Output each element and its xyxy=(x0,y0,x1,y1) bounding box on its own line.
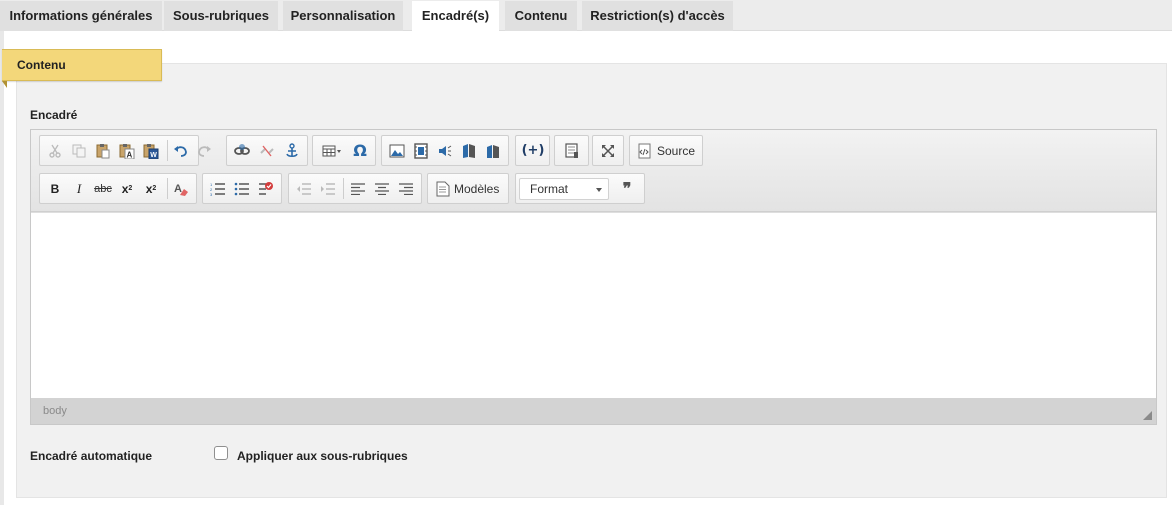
apply-subsections-checkbox[interactable] xyxy=(214,446,228,460)
iframe-group xyxy=(554,135,589,166)
subscript-icon[interactable]: x2 xyxy=(115,174,139,203)
redo-icon[interactable] xyxy=(192,136,216,165)
editor-content-area[interactable] xyxy=(31,213,1156,398)
tab-personnalisation[interactable]: Personnalisation xyxy=(283,1,403,31)
format-group: Format ❞ xyxy=(515,173,645,204)
format-dropdown[interactable]: Format xyxy=(519,178,609,200)
image-icon[interactable] xyxy=(385,136,409,165)
document-book-icon[interactable] xyxy=(481,136,505,165)
paste-icon[interactable] xyxy=(91,136,115,165)
source-label: Source xyxy=(657,143,696,158)
encadre-automatique-label: Encadré automatique xyxy=(30,449,153,463)
indent-icon[interactable] xyxy=(316,174,340,203)
tab-sous-rubriques[interactable]: Sous-rubriques xyxy=(164,1,278,31)
source-group: Source xyxy=(629,135,703,166)
clipboard-group: A W xyxy=(39,135,211,166)
maximize-icon[interactable] xyxy=(596,136,620,165)
special-char-icon[interactable]: Ω xyxy=(348,136,372,165)
basic-styles-group: B I abc x2 x2 A xyxy=(39,173,197,204)
source-icon xyxy=(638,143,651,158)
superscript-icon[interactable]: x2 xyxy=(139,174,163,203)
svg-text:A: A xyxy=(174,183,182,195)
copy-icon[interactable] xyxy=(67,136,91,165)
remove-format-icon[interactable]: A xyxy=(169,174,193,203)
flash-book-icon[interactable] xyxy=(457,136,481,165)
paste-from-word-icon[interactable]: W xyxy=(139,136,163,165)
cut-icon[interactable] xyxy=(43,136,67,165)
svg-text:A: A xyxy=(127,150,133,159)
unlink-icon[interactable] xyxy=(255,136,279,165)
list-group: 123 xyxy=(202,173,282,204)
resize-handle-icon[interactable] xyxy=(1143,411,1152,420)
bulleted-list-icon[interactable] xyxy=(230,174,254,203)
align-left-icon[interactable] xyxy=(346,174,370,203)
format-value: Format xyxy=(530,182,569,196)
templates-button[interactable]: Modèles xyxy=(436,174,499,203)
svg-text:3: 3 xyxy=(210,192,213,196)
page: Informations générales Sous-rubriques Pe… xyxy=(0,0,1172,505)
tab-encadres[interactable]: Encadré(s) xyxy=(412,1,499,32)
outdent-icon[interactable] xyxy=(292,174,316,203)
element-path[interactable]: body xyxy=(43,405,67,417)
templates-group: Modèles xyxy=(427,173,509,204)
section-label-fold xyxy=(2,81,7,88)
svg-text:W: W xyxy=(150,152,157,159)
editor-toolbar: A W Ω (+) Source B I abc x 2 x 2 A 1 2 3… xyxy=(31,130,1156,212)
checklist-icon[interactable] xyxy=(254,174,278,203)
bold-icon[interactable]: B xyxy=(43,174,67,203)
tab-informations-generales[interactable]: Informations générales xyxy=(0,1,162,31)
paste-text-icon[interactable]: A xyxy=(115,136,139,165)
indent-align-group xyxy=(288,173,422,204)
toolbar-separator xyxy=(167,140,168,161)
align-center-icon[interactable] xyxy=(370,174,394,203)
blockquote-icon[interactable]: ❞ xyxy=(615,174,639,203)
link-group xyxy=(226,135,308,166)
maximize-group xyxy=(592,135,624,166)
tab-contenu[interactable]: Contenu xyxy=(505,1,577,31)
plugin-group: (+) xyxy=(515,135,550,166)
toolbar-separator xyxy=(167,178,168,199)
media-group xyxy=(381,135,509,166)
table-icon[interactable] xyxy=(317,136,347,165)
encadre-label: Encadré xyxy=(30,108,78,122)
toolbar-separator xyxy=(343,178,344,199)
insert-table-group: Ω xyxy=(312,135,376,166)
rich-text-editor: A W Ω (+) Source B I abc x 2 x 2 A 1 2 3… xyxy=(30,129,1157,425)
templates-label: Modèles xyxy=(454,181,500,196)
templates-icon xyxy=(436,181,450,196)
tab-restrictions-acces[interactable]: Restriction(s) d'accès xyxy=(582,1,733,31)
align-right-icon[interactable] xyxy=(394,174,418,203)
audio-icon[interactable] xyxy=(433,136,457,165)
link-icon[interactable] xyxy=(230,136,254,165)
editor-statusbar: body xyxy=(31,398,1156,424)
source-button[interactable]: Source xyxy=(637,136,695,165)
apply-subsections-label[interactable]: Appliquer aux sous-rubriques xyxy=(237,449,408,463)
chevron-down-icon xyxy=(596,188,602,192)
section-label-tab: Contenu xyxy=(2,49,162,81)
iframe-icon[interactable] xyxy=(560,136,584,165)
tab-bar: Informations générales Sous-rubriques Pe… xyxy=(0,0,1172,32)
numbered-list-icon[interactable]: 123 xyxy=(206,174,230,203)
undo-icon[interactable] xyxy=(169,136,193,165)
left-edge xyxy=(0,31,4,505)
insert-plugin-icon[interactable]: (+) xyxy=(521,136,545,165)
anchor-icon[interactable] xyxy=(280,136,304,165)
strikethrough-icon[interactable]: abc xyxy=(91,174,115,203)
video-icon[interactable] xyxy=(409,136,433,165)
italic-icon[interactable]: I xyxy=(67,174,91,203)
